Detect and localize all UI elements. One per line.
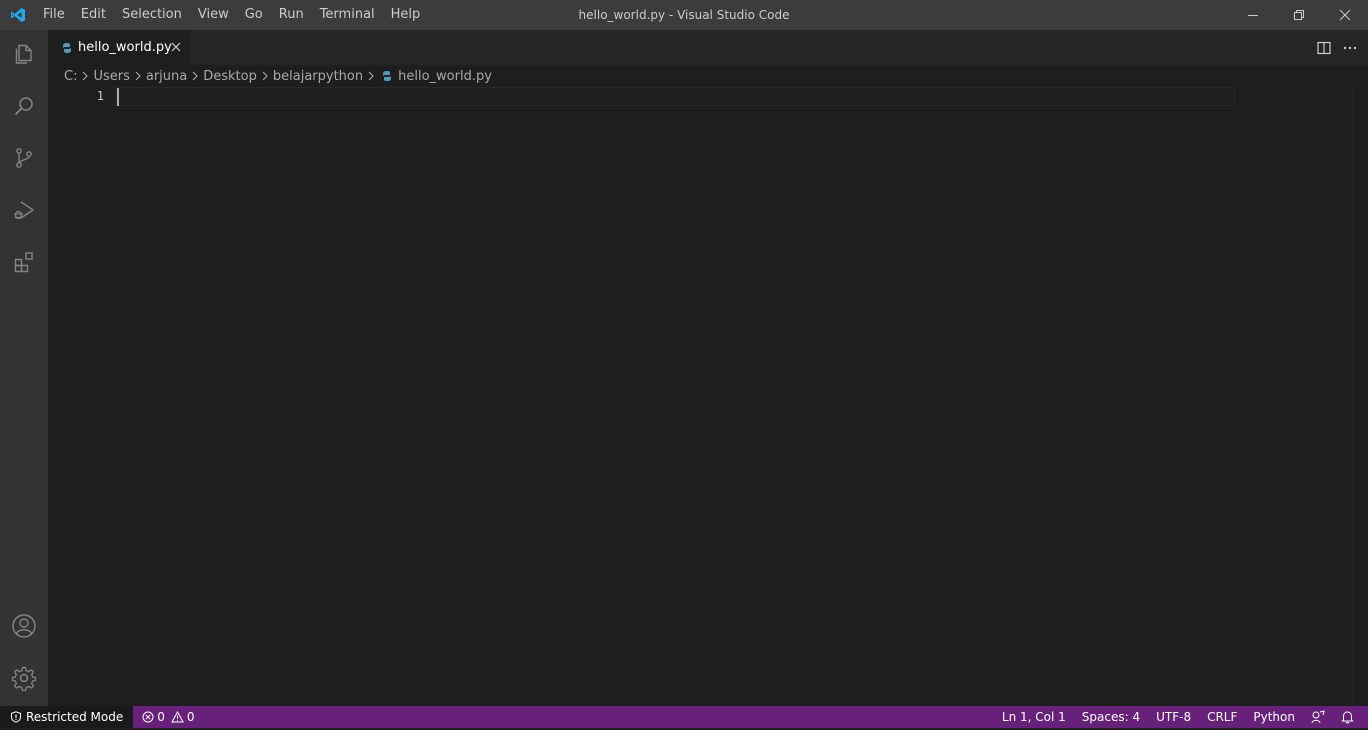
bell-icon [1341, 711, 1354, 724]
problems-indicator[interactable]: 0 0 [133, 706, 202, 728]
more-icon [1343, 46, 1357, 49]
minimize-icon [1248, 15, 1258, 16]
warning-count: 0 [186, 710, 195, 724]
menu-terminal[interactable]: Terminal [312, 0, 383, 30]
current-line-highlight [115, 87, 1235, 106]
warning-icon [171, 711, 184, 723]
manage-button[interactable] [0, 654, 48, 702]
search-button[interactable] [0, 82, 48, 130]
source-control-button[interactable] [0, 134, 48, 182]
feedback-icon [1311, 710, 1325, 724]
breadcrumb-item-file[interactable]: hello_world.py [398, 69, 492, 84]
extensions-icon [14, 252, 33, 273]
encoding[interactable]: UTF-8 [1148, 706, 1199, 728]
language-mode[interactable]: Python [1245, 706, 1303, 728]
close-window-button[interactable] [1322, 0, 1368, 30]
menu-run[interactable]: Run [271, 0, 312, 30]
vertical-scrollbar[interactable] [1353, 87, 1354, 706]
extensions-button[interactable] [0, 238, 48, 286]
line-number: 1 [96, 89, 104, 103]
files-icon [15, 44, 32, 64]
title-bar: File Edit Selection View Go Run Terminal… [0, 0, 1368, 30]
menu-selection[interactable]: Selection [114, 0, 190, 30]
source-control-icon [16, 148, 32, 168]
python-file-icon [383, 71, 392, 81]
breadcrumb-item-desktop[interactable]: Desktop [203, 69, 257, 84]
menu-bar: File Edit Selection View Go Run Terminal… [35, 0, 428, 30]
chevron-right-icon [363, 68, 379, 84]
breadcrumb-item-arjuna[interactable]: arjuna [146, 69, 187, 84]
menu-go[interactable]: Go [237, 0, 271, 30]
minimize-button[interactable] [1230, 0, 1276, 30]
close-icon [171, 42, 181, 52]
split-editor-button[interactable] [1316, 40, 1332, 56]
code-editor[interactable]: 1 [48, 87, 1368, 706]
chevron-right-icon [77, 68, 93, 84]
search-icon [14, 97, 33, 116]
chevron-right-icon [257, 68, 273, 84]
editor-actions [1316, 30, 1358, 65]
chevron-right-icon [130, 68, 146, 84]
menu-edit[interactable]: Edit [73, 0, 114, 30]
notifications-button[interactable] [1333, 706, 1362, 728]
shield-icon [11, 711, 21, 723]
tab-label: hello_world.py [78, 40, 172, 55]
activity-bar [0, 30, 48, 706]
run-debug-button[interactable] [0, 186, 48, 234]
feedback-button[interactable] [1303, 706, 1333, 728]
error-icon [142, 711, 154, 723]
tab-hello-world-py[interactable]: hello_world.py [48, 30, 190, 65]
window-controls [1230, 0, 1368, 30]
breadcrumb-item-users[interactable]: Users [93, 69, 129, 84]
close-icon [1339, 9, 1351, 21]
text-cursor [117, 88, 119, 106]
restricted-mode-indicator[interactable]: Restricted Mode [0, 706, 134, 728]
indentation[interactable]: Spaces: 4 [1074, 706, 1148, 728]
accounts-button[interactable] [0, 602, 48, 650]
status-bar: Restricted Mode 0 0 Ln 1, Col 1 Spaces: … [0, 706, 1368, 728]
run-debug-icon [14, 201, 35, 220]
restore-button[interactable] [1276, 0, 1322, 30]
cursor-position[interactable]: Ln 1, Col 1 [994, 706, 1074, 728]
settings-gear-icon [11, 666, 37, 691]
restricted-mode-label: Restricted Mode [26, 710, 124, 724]
menu-view[interactable]: View [190, 0, 237, 30]
restore-icon [1294, 10, 1304, 20]
python-file-icon [63, 42, 71, 53]
split-editor-icon [1317, 41, 1331, 54]
editor-tabs-bar: hello_world.py [48, 30, 1368, 65]
vscode-logo-icon [0, 0, 35, 30]
menu-help[interactable]: Help [383, 0, 429, 30]
breadcrumb-item-drive[interactable]: C: [64, 69, 77, 84]
tab-close-button[interactable] [168, 39, 184, 55]
breadcrumb-item-belajarpython[interactable]: belajarpython [273, 69, 363, 84]
end-of-line[interactable]: CRLF [1199, 706, 1245, 728]
explorer-button[interactable] [0, 30, 48, 78]
chevron-right-icon [187, 68, 203, 84]
error-count: 0 [157, 710, 165, 724]
more-actions-button[interactable] [1342, 40, 1358, 56]
menu-file[interactable]: File [35, 0, 73, 30]
status-bar-right: Ln 1, Col 1 Spaces: 4 UTF-8 CRLF Python [994, 706, 1368, 728]
breadcrumb: C: Users arjuna Desktop belajarpython he… [48, 65, 1368, 87]
account-icon [12, 614, 36, 638]
